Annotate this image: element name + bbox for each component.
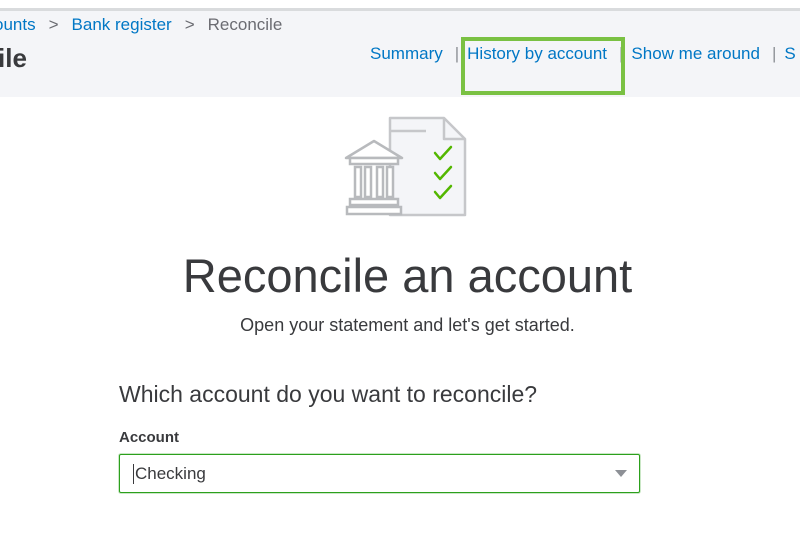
- chevron-down-icon[interactable]: [615, 470, 627, 477]
- breadcrumb-separator: >: [48, 15, 59, 34]
- header-link-truncated[interactable]: S: [784, 44, 795, 63]
- breadcrumb: ounts > Bank register > Reconcile: [0, 15, 282, 35]
- subheading: Open your statement and let's get starte…: [240, 315, 575, 335]
- breadcrumb-item-current: Reconcile: [207, 15, 283, 34]
- breadcrumb-item-accounts[interactable]: ounts: [0, 15, 36, 34]
- bank-statement-checklist-icon: [344, 116, 467, 217]
- link-divider: |: [771, 44, 777, 63]
- page-title: ile: [0, 43, 27, 73]
- main-heading: Reconcile an account: [182, 249, 633, 302]
- breadcrumb-item-bank-register[interactable]: Bank register: [72, 15, 172, 34]
- account-question: Which account do you want to reconcile?: [119, 381, 538, 407]
- show-me-around-link[interactable]: Show me around: [631, 44, 760, 63]
- account-select-value[interactable]: Checking: [133, 464, 206, 484]
- breadcrumb-separator: >: [184, 15, 195, 34]
- account-field-label: Account: [119, 429, 179, 446]
- link-divider: |: [454, 44, 460, 63]
- account-select[interactable]: Checking: [119, 454, 640, 493]
- page-header: ounts > Bank register > Reconcile ile Summar…: [0, 11, 800, 97]
- summary-link[interactable]: Summary: [370, 44, 443, 63]
- header-links: Summary | History by account | Show me aroun…: [370, 44, 796, 64]
- history-by-account-link[interactable]: History by account: [467, 44, 607, 63]
- link-divider: |: [619, 44, 624, 63]
